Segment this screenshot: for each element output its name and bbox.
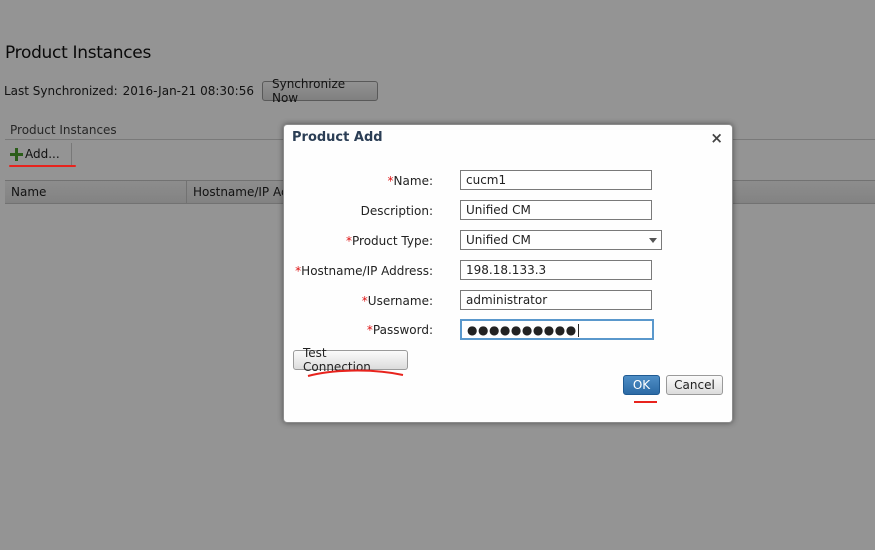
test-connection-button[interactable]: Test Connection — [293, 346, 408, 374]
chevron-down-icon — [649, 238, 657, 243]
hostname-row: *Hostname/IP Address: — [284, 260, 734, 282]
product-add-dialog: Product Add × *Name: Description: *Produ… — [283, 124, 733, 423]
description-row: Description: — [284, 200, 734, 222]
text-caret — [577, 324, 579, 337]
description-label: Description: — [360, 204, 433, 218]
password-mask: ●●●●●●●●●● — [467, 323, 577, 337]
username-label: *Username: — [362, 294, 433, 308]
product-type-row: *Product Type: Unified CM — [284, 230, 734, 252]
description-input[interactable] — [460, 200, 652, 220]
product-type-label: *Product Type: — [346, 234, 433, 248]
username-input[interactable] — [460, 290, 652, 310]
username-row: *Username: — [284, 290, 734, 312]
name-label: *Name: — [388, 174, 433, 188]
name-label-text: Name: — [393, 174, 433, 188]
close-icon[interactable]: × — [710, 129, 723, 147]
hostname-label-text: Hostname/IP Address: — [301, 264, 433, 278]
name-row: *Name: — [284, 170, 734, 192]
username-label-text: Username: — [367, 294, 433, 308]
password-label-text: Password: — [372, 323, 433, 337]
dialog-title: Product Add — [292, 130, 383, 145]
password-row: *Password: ●●●●●●●●●● — [284, 319, 734, 341]
password-label: *Password: — [367, 323, 433, 337]
hostname-label: *Hostname/IP Address: — [295, 264, 433, 278]
password-input[interactable]: ●●●●●●●●●● — [460, 319, 654, 340]
hostname-input[interactable] — [460, 260, 652, 280]
ok-button[interactable]: OK — [623, 375, 660, 395]
product-type-value: Unified CM — [466, 233, 531, 247]
product-type-label-text: Product Type: — [352, 234, 433, 248]
cancel-button[interactable]: Cancel — [666, 375, 723, 395]
annotation-underline-add — [9, 165, 76, 167]
product-type-select[interactable]: Unified CM — [460, 230, 662, 250]
name-input[interactable] — [460, 170, 652, 190]
